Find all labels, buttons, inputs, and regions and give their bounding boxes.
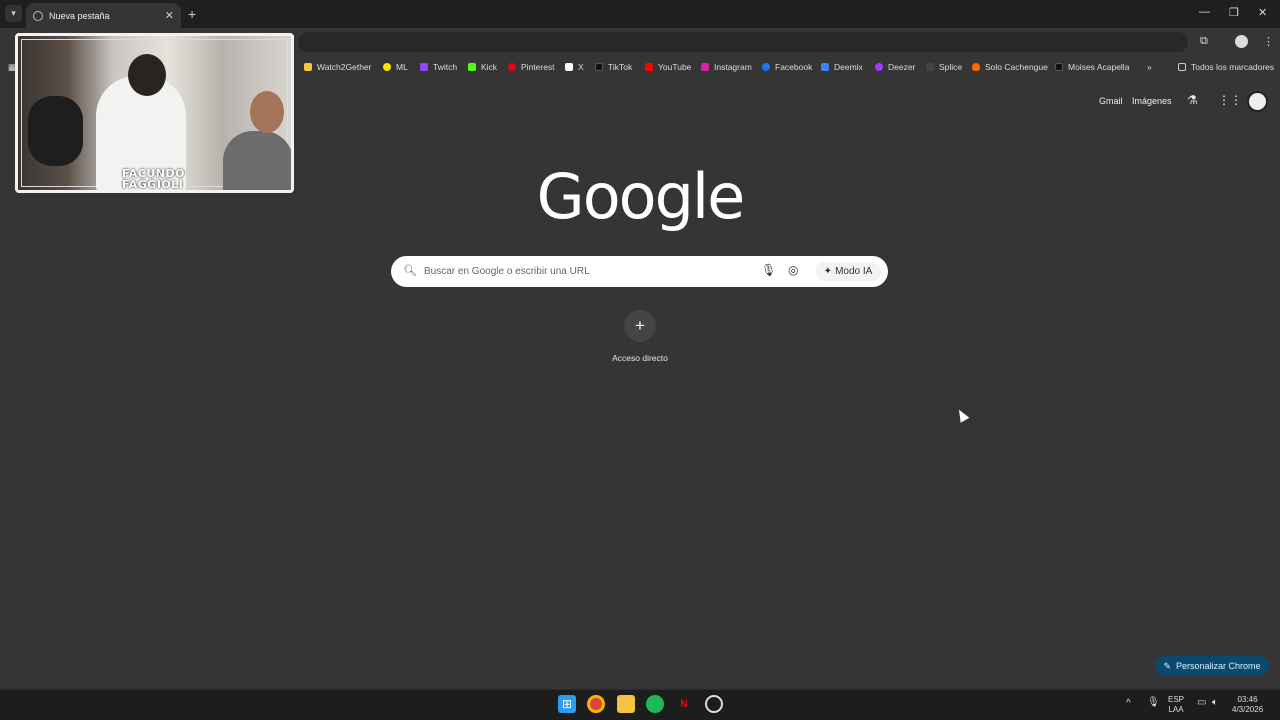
file-explorer-icon[interactable]: [617, 695, 635, 713]
bookmark-youtube[interactable]: YouTube: [645, 61, 691, 73]
tab-close-icon[interactable]: ✕: [165, 9, 174, 22]
microphone-icon[interactable]: 🎙︎: [761, 263, 776, 277]
bookmark-kick[interactable]: Kick: [468, 61, 497, 73]
instagram-icon: [701, 63, 709, 71]
moises-icon: [1055, 63, 1063, 71]
network-icon[interactable]: ▭: [1197, 698, 1206, 708]
folder-icon: [1178, 63, 1186, 71]
bookmark-facebook[interactable]: Facebook: [762, 61, 812, 73]
facebook-icon: [762, 63, 770, 71]
new-tab-button[interactable]: +: [188, 6, 196, 22]
bookmark-pinterest[interactable]: Pinterest: [508, 61, 555, 73]
pencil-icon: ✎: [1163, 660, 1171, 671]
kick-icon: [468, 63, 476, 71]
extensions-icon[interactable]: ⧉: [1200, 35, 1208, 48]
chrome-favicon-icon: [33, 10, 43, 21]
deemix-icon: [821, 63, 829, 71]
bookmark-solo-cachengue[interactable]: Solo Cachengue: [972, 61, 1048, 73]
volume-icon[interactable]: 🔈︎: [1212, 698, 1218, 708]
menu-icon[interactable]: ⋮: [1263, 35, 1274, 48]
ai-mode-button[interactable]: ✦ Modo IA: [815, 262, 881, 281]
taskbar: [0, 689, 1280, 720]
twitch-icon: [420, 63, 428, 71]
bookmark-watch2gether[interactable]: Watch2Gether: [304, 61, 372, 73]
bookmark-moises-acapella[interactable]: Moises Acapella: [1055, 61, 1129, 73]
pinterest-icon: [508, 63, 516, 71]
restore-button[interactable]: ❐: [1229, 6, 1239, 19]
tab-new-tab[interactable]: Nueva pestaña ✕: [26, 3, 181, 28]
tab-search-button[interactable]: ▾: [5, 5, 22, 22]
bookmark-ml[interactable]: ML: [383, 61, 408, 73]
chrome-taskbar-icon[interactable]: [587, 695, 605, 713]
app-icon[interactable]: [705, 695, 723, 713]
mercadolibre-icon: [383, 63, 391, 71]
splice-icon: [926, 63, 934, 71]
tiktok-icon: [595, 63, 603, 71]
windows-start-icon[interactable]: ⊞: [558, 695, 576, 713]
more-bookmarks-button[interactable]: »: [1147, 61, 1152, 73]
close-window-button[interactable]: ✕: [1258, 6, 1267, 19]
watch2gether-icon: [304, 63, 312, 71]
search-icon: 🔍︎: [403, 265, 417, 277]
apps-grid-icon[interactable]: ⋮⋮: [1218, 93, 1242, 107]
person-head-shape: [128, 54, 166, 96]
netflix-icon[interactable]: N: [675, 695, 693, 713]
address-bar[interactable]: [298, 32, 1188, 52]
clock[interactable]: 03:46 4/3/2026: [1232, 695, 1263, 715]
bookmark-x[interactable]: X: [565, 61, 584, 73]
labs-flask-icon[interactable]: ⚗: [1187, 93, 1198, 107]
bookmark-splice[interactable]: Splice: [926, 61, 962, 73]
search-input[interactable]: 🔍︎ Buscar en Google o escribir una URL 🎙…: [391, 256, 888, 287]
customize-chrome-button[interactable]: ✎ Personalizar Chrome: [1155, 656, 1269, 676]
language-indicator[interactable]: ESP LAA: [1168, 695, 1184, 715]
flame-icon: [972, 63, 980, 71]
microphone-shape: [28, 96, 83, 166]
bookmark-tiktok[interactable]: TikTok: [595, 61, 632, 73]
plus-icon: +: [635, 316, 645, 335]
spotify-icon[interactable]: [646, 695, 664, 713]
google-lens-icon[interactable]: ◎: [788, 263, 798, 277]
mouse-cursor-icon: [954, 407, 970, 423]
chevron-down-icon: ▾: [11, 8, 16, 18]
tab-title: Nueva pestaña: [49, 10, 110, 21]
search-placeholder: Buscar en Google o escribir una URL: [424, 266, 590, 277]
ai-search-icon: ✦: [823, 266, 833, 277]
bookmark-twitch[interactable]: Twitch: [420, 61, 457, 73]
bookmark-instagram[interactable]: Instagram: [701, 61, 752, 73]
x-icon: [565, 63, 573, 71]
bookmark-deemix[interactable]: Deemix: [821, 61, 863, 73]
bookmark-deezer[interactable]: Deezer: [875, 61, 915, 73]
images-link[interactable]: Imágenes: [1132, 96, 1172, 106]
google-logo: Google: [536, 160, 746, 233]
person-head-shape: [250, 91, 284, 133]
avatar[interactable]: [1247, 91, 1268, 112]
deezer-icon: [875, 63, 883, 71]
shortcut-label: Acceso directo: [612, 353, 668, 363]
add-shortcut-button[interactable]: +: [624, 310, 656, 342]
gmail-link[interactable]: Gmail: [1099, 96, 1123, 106]
profile-icon[interactable]: [1235, 35, 1248, 48]
minimize-button[interactable]: —: [1199, 6, 1210, 18]
microphone-tray-icon[interactable]: 🎙︎: [1147, 698, 1160, 708]
youtube-icon: [645, 63, 653, 71]
tray-overflow-icon[interactable]: ^: [1126, 699, 1131, 709]
all-bookmarks-button[interactable]: Todos los marcadores: [1178, 61, 1274, 73]
